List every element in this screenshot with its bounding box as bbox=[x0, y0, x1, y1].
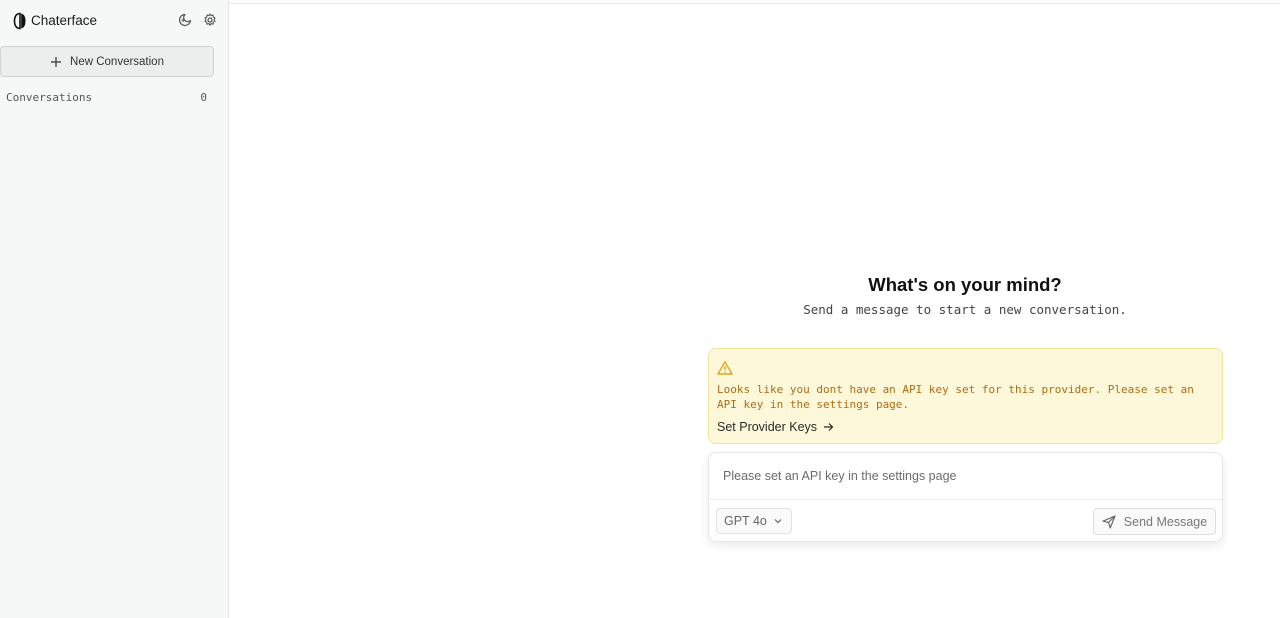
settings-button[interactable] bbox=[201, 11, 219, 29]
app-title: Chaterface bbox=[31, 13, 98, 28]
page-title: What's on your mind? bbox=[868, 274, 1062, 295]
plus-icon bbox=[51, 56, 62, 67]
chevron-down-icon bbox=[774, 519, 782, 524]
arrow-right-icon bbox=[824, 423, 834, 431]
page-subtitle: Send a message to start a new conversati… bbox=[803, 302, 1127, 317]
warning-icon bbox=[717, 360, 733, 376]
message-composer: GPT 4o Send Message bbox=[708, 452, 1223, 542]
api-key-warning: Looks like you dont have an API key set … bbox=[708, 348, 1223, 444]
new-conversation-label: New Conversation bbox=[70, 55, 164, 68]
conversations-label: Conversations bbox=[6, 91, 93, 104]
warning-message: Looks like you dont have an API key set … bbox=[717, 383, 1194, 411]
sidebar-header: Chaterface bbox=[0, 0, 228, 40]
top-divider bbox=[229, 3, 1280, 4]
send-icon bbox=[1102, 514, 1116, 529]
model-select[interactable]: GPT 4o bbox=[716, 508, 792, 534]
send-message-label: Send Message bbox=[1123, 514, 1208, 529]
sidebar: Chaterface New Conversation Conversation… bbox=[0, 0, 229, 618]
message-input[interactable] bbox=[709, 453, 1222, 500]
set-provider-keys-link[interactable]: Set Provider Keys bbox=[717, 420, 834, 434]
set-provider-keys-label: Set Provider Keys bbox=[717, 420, 818, 434]
model-select-value: GPT 4o bbox=[724, 514, 767, 528]
theme-toggle-button[interactable] bbox=[176, 11, 194, 29]
gear-icon bbox=[204, 13, 216, 26]
app-window: Chaterface New Conversation Conversation… bbox=[0, 0, 1280, 618]
chaterface-logo-icon bbox=[13, 12, 27, 30]
new-conversation-button[interactable]: New Conversation bbox=[0, 46, 214, 77]
conversations-header: Conversations 0 bbox=[6, 91, 207, 105]
conversations-count: 0 bbox=[200, 91, 207, 104]
moon-icon bbox=[178, 13, 192, 27]
main-area: What's on your mind? Send a message to s… bbox=[229, 0, 1280, 618]
send-message-button[interactable]: Send Message bbox=[1093, 508, 1216, 535]
